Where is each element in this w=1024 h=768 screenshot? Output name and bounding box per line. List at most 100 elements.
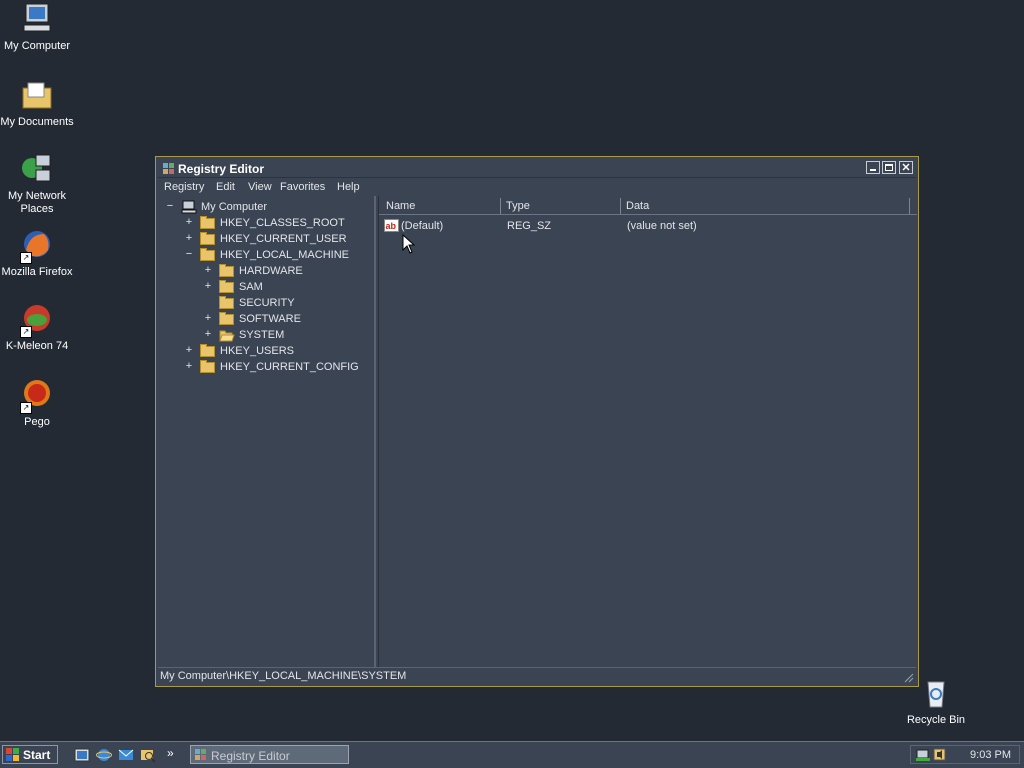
tree-node-label: SOFTWARE xyxy=(239,313,301,325)
folder-icon xyxy=(200,216,215,229)
column-header-data[interactable]: Data xyxy=(621,198,910,214)
documents-folder-icon xyxy=(20,78,54,112)
desktop-icon-label: My Network Places xyxy=(7,190,67,215)
desktop-icon-mozilla-firefox[interactable]: ↗ Mozilla Firefox xyxy=(0,228,74,279)
computer-icon xyxy=(181,200,197,214)
minimize-icon xyxy=(870,169,876,171)
network-tray-icon[interactable] xyxy=(915,747,931,762)
expand-toggle[interactable]: + xyxy=(184,360,194,372)
quick-launch-search-icon[interactable] xyxy=(140,747,156,763)
registry-editor-icon xyxy=(195,749,206,760)
menu-registry[interactable]: Registry xyxy=(164,181,204,193)
collapse-toggle[interactable]: − xyxy=(184,248,194,260)
computer-icon xyxy=(20,2,54,36)
open-folder-icon xyxy=(219,330,235,342)
registry-editor-icon xyxy=(162,162,175,175)
collapse-toggle[interactable]: − xyxy=(165,200,175,212)
menu-edit[interactable]: Edit xyxy=(216,181,235,193)
system-tray: 9:03 PM xyxy=(910,745,1020,764)
string-value-icon: ab xyxy=(384,219,399,232)
mouse-cursor-icon xyxy=(402,234,416,254)
start-button[interactable]: Start xyxy=(2,745,58,764)
value-data: (value not set) xyxy=(627,220,697,232)
desktop-icon-my-network-places[interactable]: My Network Places xyxy=(0,152,74,216)
values-list-pane[interactable]: Name Type Data ab (Default) REG_SZ (valu… xyxy=(378,196,917,667)
close-button[interactable] xyxy=(899,161,913,174)
folder-icon xyxy=(219,296,234,309)
desktop-icon-label: My Documents xyxy=(0,116,74,128)
value-row[interactable]: ab (Default) REG_SZ (value not set) xyxy=(381,218,911,234)
shortcut-arrow-icon: ↗ xyxy=(20,326,32,338)
desktop-icon-label: Mozilla Firefox xyxy=(1,266,73,278)
clock[interactable]: 9:03 PM xyxy=(970,749,1011,761)
folder-icon xyxy=(219,312,234,325)
menu-view[interactable]: View xyxy=(248,181,272,193)
key-tree-pane[interactable]: − My Computer + HKEY_CLASSES_ROOT + HKEY… xyxy=(159,196,376,667)
network-icon xyxy=(20,152,54,186)
folder-icon xyxy=(219,264,234,277)
tree-node-label: HKEY_LOCAL_MACHINE xyxy=(220,249,349,261)
menu-help[interactable]: Help xyxy=(337,181,360,193)
column-header-row: Name Type Data xyxy=(379,196,917,215)
registry-editor-window: Registry Editor Registry Edit View Favor… xyxy=(155,156,919,687)
folder-icon xyxy=(200,232,215,245)
value-type: REG_SZ xyxy=(507,220,552,232)
desktop-icon-label: My Computer xyxy=(3,40,71,52)
menu-favorites[interactable]: Favorites xyxy=(280,181,325,193)
svg-text:ab: ab xyxy=(386,221,397,231)
recycle-bin-icon xyxy=(919,676,953,710)
quick-launch-internet-explorer-icon[interactable] xyxy=(96,747,112,763)
maximize-icon xyxy=(885,164,893,171)
desktop-icon-label: Recycle Bin xyxy=(906,714,966,726)
volume-tray-icon[interactable] xyxy=(933,747,947,762)
expand-toggle[interactable]: + xyxy=(203,312,213,324)
title-bar[interactable]: Registry Editor xyxy=(158,159,916,178)
k-meleon-icon: ↗ xyxy=(20,302,54,338)
tree-node-label: SAM xyxy=(239,281,263,293)
close-icon xyxy=(902,163,910,171)
value-name: (Default) xyxy=(401,220,444,232)
shortcut-arrow-icon: ↗ xyxy=(20,402,32,414)
tree-node-label: HKEY_USERS xyxy=(220,345,294,357)
desktop-icon-label: Pego xyxy=(24,416,50,428)
status-path: My Computer\HKEY_LOCAL_MACHINE\SYSTEM xyxy=(160,670,407,682)
desktop-icon-label: K-Meleon 74 xyxy=(5,340,69,352)
desktop-icon-pego[interactable]: ↗ Pego xyxy=(0,378,74,429)
firefox-icon: ↗ xyxy=(20,228,54,264)
shortcut-arrow-icon: ↗ xyxy=(20,252,32,264)
quick-launch-show-desktop-icon[interactable] xyxy=(74,747,90,763)
column-header-name[interactable]: Name xyxy=(381,198,501,214)
folder-icon xyxy=(200,344,215,357)
minimize-button[interactable] xyxy=(866,161,880,174)
windows-logo-icon xyxy=(6,748,19,761)
taskbar-button-registry-editor[interactable]: Registry Editor xyxy=(190,745,349,764)
maximize-button[interactable] xyxy=(882,161,896,174)
expand-toggle[interactable]: + xyxy=(184,232,194,244)
status-bar: My Computer\HKEY_LOCAL_MACHINE\SYSTEM xyxy=(158,667,916,684)
folder-icon xyxy=(200,248,215,261)
taskbar: Start » Registry Editor 9:03 PM xyxy=(0,741,1024,768)
desktop-icon-k-meleon[interactable]: ↗ K-Meleon 74 xyxy=(0,302,74,353)
resize-grip-icon[interactable] xyxy=(902,671,914,683)
tree-node-label: HKEY_CURRENT_CONFIG xyxy=(220,361,359,373)
expand-toggle[interactable]: + xyxy=(184,344,194,356)
expand-toggle[interactable]: + xyxy=(184,216,194,228)
folder-icon xyxy=(200,360,215,373)
expand-toggle[interactable]: + xyxy=(203,328,213,340)
tree-node-label: HKEY_CURRENT_USER xyxy=(220,233,347,245)
expand-toggle[interactable]: + xyxy=(203,280,213,292)
pego-icon: ↗ xyxy=(20,378,54,414)
tree-node-label: SECURITY xyxy=(239,297,295,309)
tree-node-label: HARDWARE xyxy=(239,265,303,277)
quick-launch-outlook-express-icon[interactable] xyxy=(118,747,134,763)
window-title: Registry Editor xyxy=(178,162,265,176)
tree-node-label: HKEY_CLASSES_ROOT xyxy=(220,217,345,229)
tree-node-label: My Computer xyxy=(201,201,268,213)
expand-toggle[interactable]: + xyxy=(203,264,213,276)
menu-bar: Registry Edit View Favorites Help xyxy=(158,178,916,196)
column-header-type[interactable]: Type xyxy=(501,198,621,214)
folder-icon xyxy=(219,280,234,293)
desktop-icon-my-computer[interactable]: My Computer xyxy=(0,2,74,53)
desktop-icon-my-documents[interactable]: My Documents xyxy=(0,78,74,129)
quick-launch-overflow-icon[interactable]: » xyxy=(167,746,174,760)
